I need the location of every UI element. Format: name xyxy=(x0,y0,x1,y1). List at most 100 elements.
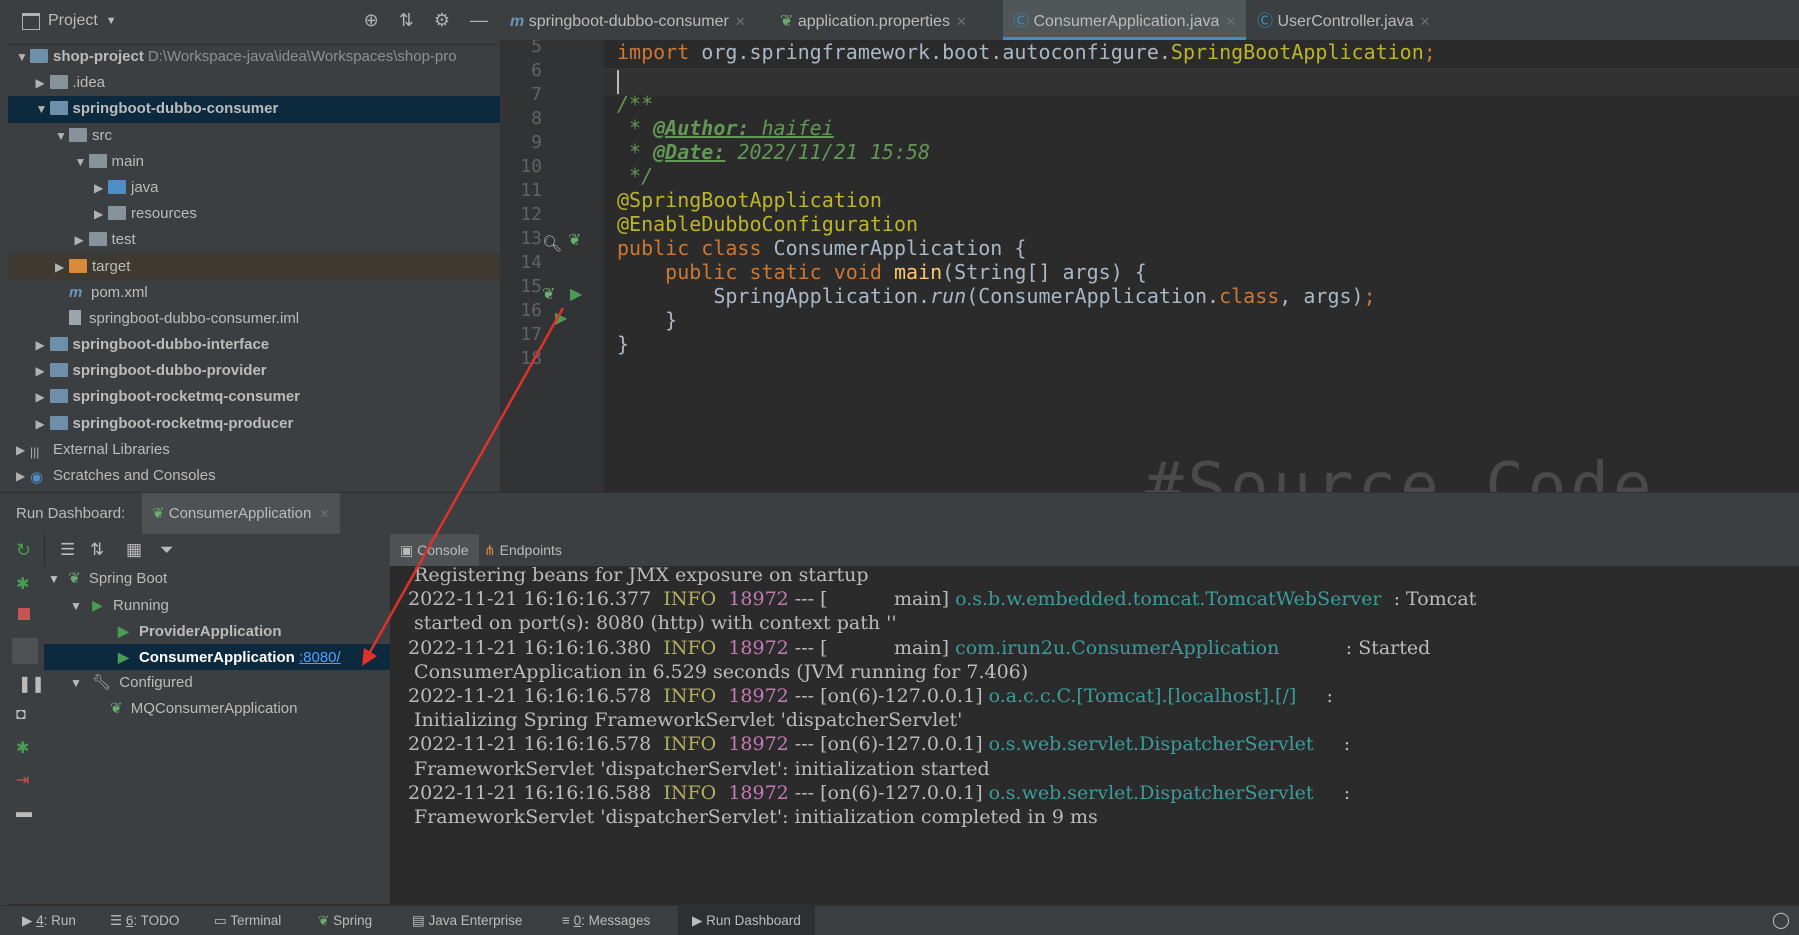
chevron-right-icon[interactable]: ▶ xyxy=(94,175,108,201)
chevron-down-icon[interactable]: ▼ xyxy=(16,44,30,70)
tree-item-label: Scratches and Consoles xyxy=(53,467,216,484)
tree-item-test[interactable]: ▶ test xyxy=(8,227,500,253)
chevron-right-icon[interactable]: ▶ xyxy=(55,254,69,280)
tree-item-springboot-rocketmq-consumer[interactable]: ▶ springboot-rocketmq-consumer xyxy=(8,384,500,410)
run-dashboard-tool-button[interactable]: ▶ Run Dashboard xyxy=(678,906,815,935)
port-link[interactable]: :8080/ xyxy=(299,649,341,666)
rerun-icon[interactable]: ↻ xyxy=(16,540,31,561)
tree-node-provider-application[interactable]: ▶ ProviderApplication xyxy=(44,618,390,644)
tree-item-springboot-dubbo-consumer[interactable]: ▼ springboot-dubbo-consumer xyxy=(8,96,500,123)
chevron-right-icon[interactable]: ▶ xyxy=(36,358,50,384)
chevron-right-icon[interactable]: ▶ xyxy=(16,463,30,489)
line-number: 8 xyxy=(531,108,542,129)
run-gutter-icon[interactable]: ▶ xyxy=(555,308,567,328)
run-tool-button[interactable]: ▶ 4: Run xyxy=(22,906,76,935)
code-line-12: @EnableDubboConfiguration xyxy=(617,212,919,236)
tree-node-mq-consumer-application[interactable]: ❦ MQConsumerApplication xyxy=(44,696,390,722)
tree-view-toggle[interactable] xyxy=(12,638,38,664)
chevron-right-icon[interactable]: ▶ xyxy=(36,384,50,410)
folder-icon xyxy=(108,206,126,221)
run-config-tab[interactable]: ❦ ConsumerApplication ✕ xyxy=(142,493,340,535)
debug-icon[interactable]: ✱ xyxy=(16,574,29,594)
close-icon[interactable]: ✕ xyxy=(1225,14,1236,29)
library-icon: ||| xyxy=(30,444,40,459)
tree-item-src[interactable]: ▼ src xyxy=(8,123,500,149)
chevron-down-icon[interactable]: ▼ xyxy=(36,96,50,122)
tree-item-java[interactable]: ▶ java xyxy=(8,175,500,201)
tab-consumer-application-java[interactable]: Ⓒ ConsumerApplication.java ✕ xyxy=(1003,0,1247,40)
tree-item-springboot-dubbo-interface[interactable]: ▶ springboot-dubbo-interface xyxy=(8,332,500,358)
close-icon[interactable]: ✕ xyxy=(1420,14,1431,29)
console-line: started on port(s): 8080 (http) with con… xyxy=(408,612,897,635)
tree-item-resources[interactable]: ▶ resources xyxy=(8,201,500,227)
tab-springboot-dubbo-consumer[interactable]: m springboot-dubbo-consumer ✕ xyxy=(500,0,756,40)
close-icon[interactable]: ✕ xyxy=(735,14,746,29)
tab-application-properties[interactable]: ❦ application.properties ✕ xyxy=(770,0,977,40)
collapse-all-icon[interactable]: ⇅ xyxy=(399,10,414,31)
pause-icon[interactable]: ❚❚ xyxy=(18,674,45,694)
project-view-selector[interactable]: Project ▼ xyxy=(22,12,117,30)
chevron-down-icon: ▼ xyxy=(48,572,60,586)
line-number: 11 xyxy=(520,180,542,201)
tree-item-shop-project[interactable]: ▼ shop-project D:\Workspace-java\idea\Work… xyxy=(8,44,500,70)
settings-bug-icon[interactable]: ✱ xyxy=(16,738,29,758)
background-watermark: #Source Code xyxy=(1145,450,1656,492)
collapse-all-icon[interactable]: ⇅ xyxy=(90,540,104,560)
messages-tool-button[interactable]: ≡ 0: Messages xyxy=(562,906,650,935)
gear-icon[interactable]: ⚙ xyxy=(434,10,450,31)
chevron-right-icon[interactable]: ▶ xyxy=(75,227,89,253)
tab-user-controller-java[interactable]: Ⓒ UserController.java ✕ xyxy=(1247,0,1440,40)
layout-icon[interactable]: ▬ xyxy=(16,804,32,822)
spring-bean-icon[interactable]: ❦ xyxy=(542,284,555,304)
tree-node-consumer-application[interactable]: ▶ ConsumerApplication :8080/ xyxy=(44,644,390,670)
terminal-tool-button[interactable]: ▭ Terminal xyxy=(214,906,281,935)
locate-icon[interactable]: ⊕ xyxy=(364,10,379,31)
event-log-icon[interactable]: ◯ xyxy=(1772,906,1790,935)
tree-item-external-libraries[interactable]: ▶ ||| External Libraries xyxy=(8,437,500,463)
tree-item-label: springboot-dubbo-consumer xyxy=(72,100,279,118)
tree-node-configured[interactable]: ▼ 🔧︎ Configured xyxy=(44,670,390,696)
tree-node-spring-boot[interactable]: ▼ ❦ Spring Boot xyxy=(44,566,390,592)
chevron-right-icon[interactable]: ▶ xyxy=(36,411,50,437)
tree-item-target[interactable]: ▶ target xyxy=(8,253,500,280)
tree-item-springboot-dubbo-consumer-iml[interactable]: springboot-dubbo-consumer.iml xyxy=(8,306,500,332)
tree-item-springboot-rocketmq-producer[interactable]: ▶ springboot-rocketmq-producer xyxy=(8,411,500,437)
tree-item-main[interactable]: ▼ main xyxy=(8,149,500,175)
java-enterprise-tool-button[interactable]: ▤ Java Enterprise xyxy=(412,906,522,935)
console-output[interactable]: Registering beans for JMX exposure on st… xyxy=(390,566,1799,904)
code-editor[interactable]: 🔍︎ ❦ ❦ ▶ ▶ import org.springframework.bo… xyxy=(500,40,1799,492)
todo-tool-button[interactable]: ☰ 6: TODO xyxy=(110,906,179,935)
chevron-right-icon[interactable]: ▶ xyxy=(94,201,108,227)
chevron-down-icon: ▼ xyxy=(70,676,82,690)
exit-icon[interactable]: ⇥ xyxy=(16,770,29,790)
chevron-down-icon[interactable]: ▼ xyxy=(55,123,69,149)
console-line: 2022-11-21 16:16:16.588 INFO 18972 --- [… xyxy=(408,781,1351,804)
spring-tool-button[interactable]: ❦ Spring xyxy=(318,906,372,935)
tree-item-idea[interactable]: ▶ .idea xyxy=(8,70,500,96)
spring-boot-icon: ❦ xyxy=(152,505,165,522)
chevron-right-icon[interactable]: ▶ xyxy=(16,437,30,463)
group-icon[interactable]: ▦ xyxy=(126,540,142,560)
chevron-down-icon[interactable]: ▼ xyxy=(75,149,89,175)
spring-bean-icon[interactable]: ❦ xyxy=(568,230,581,250)
tree-item-springboot-dubbo-provider[interactable]: ▶ springboot-dubbo-provider xyxy=(8,358,500,384)
tree-label: Running xyxy=(113,597,169,614)
close-icon[interactable]: ✕ xyxy=(320,507,330,521)
close-icon[interactable]: ✕ xyxy=(956,14,967,29)
expand-all-icon[interactable]: ☰ xyxy=(60,540,75,560)
module-folder-icon xyxy=(49,101,68,116)
tab-console[interactable]: ▣ Console xyxy=(390,534,479,566)
tree-item-pom-xml[interactable]: m pom.xml xyxy=(8,280,500,306)
tree-item-label: src xyxy=(92,126,112,144)
tree-node-running[interactable]: ▼ ▶ Running xyxy=(44,592,390,618)
chevron-right-icon[interactable]: ▶ xyxy=(36,332,50,358)
hide-panel-icon[interactable]: — xyxy=(470,10,488,31)
camera-icon[interactable]: ◘ xyxy=(16,706,26,724)
search-icon[interactable]: 🔍︎ xyxy=(542,234,562,254)
chevron-right-icon[interactable]: ▶ xyxy=(36,70,50,96)
stop-icon[interactable] xyxy=(18,608,30,620)
tab-endpoints[interactable]: ⋔ Endpoints xyxy=(474,534,572,566)
run-gutter-icon[interactable]: ▶ xyxy=(570,284,582,304)
filter-icon[interactable]: ⏷ xyxy=(160,540,174,560)
tree-item-scratches-and-consoles[interactable]: ▶ ◉ Scratches and Consoles xyxy=(8,463,500,489)
